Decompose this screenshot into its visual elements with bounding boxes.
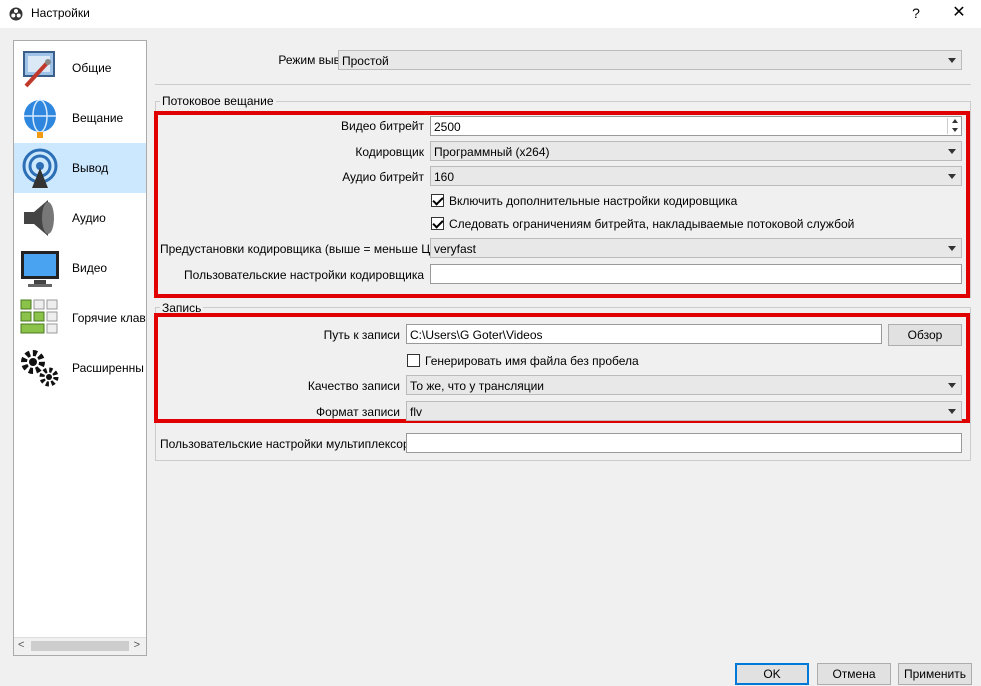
checkmark-icon — [432, 217, 444, 229]
encoder-select[interactable]: Программный (x264) — [430, 141, 962, 161]
no-space-filename-label[interactable]: Генерировать имя файла без пробела — [425, 354, 639, 368]
scroll-thumb[interactable] — [31, 641, 129, 651]
sidebar-item-label: Видео — [72, 261, 108, 275]
recording-format-select[interactable]: flv — [406, 401, 962, 421]
sidebar-item-broadcast[interactable]: Вещание — [14, 93, 146, 143]
chevron-down-icon — [948, 149, 956, 154]
keyboard-icon — [20, 299, 58, 334]
close-button[interactable]: ✕ — [948, 3, 970, 23]
scroll-left-icon[interactable]: < — [18, 639, 24, 651]
title-bar: Настройки ? ✕ — [0, 0, 981, 28]
sidebar-item-audio[interactable]: Аудио — [14, 193, 146, 243]
sidebar-horizontal-scrollbar[interactable]: < > — [14, 637, 146, 655]
muxer-settings-input[interactable] — [406, 433, 962, 453]
monitor-icon — [21, 251, 59, 287]
chevron-down-icon — [948, 383, 956, 388]
output-antenna-icon — [22, 148, 58, 188]
obs-logo-icon — [9, 7, 23, 21]
settings-sidebar: Общие Вещание Вывод Аудио Видео Горячие … — [13, 40, 147, 656]
cancel-button[interactable]: Отмена — [817, 663, 891, 685]
sidebar-item-label: Вывод — [72, 161, 109, 175]
checkmark-icon — [432, 194, 444, 206]
recording-quality-select[interactable]: То же, что у трансляции — [406, 375, 962, 395]
sidebar-item-label: Аудио — [72, 211, 106, 225]
spinner-icon[interactable] — [947, 118, 960, 134]
sidebar-item-label: Вещание — [72, 111, 124, 125]
output-mode-select[interactable]: Простой — [338, 50, 962, 70]
speaker-icon — [24, 200, 54, 236]
no-space-filename-checkbox[interactable] — [407, 354, 420, 367]
sidebar-item-label: Общие — [72, 61, 112, 75]
chevron-down-icon — [948, 58, 956, 63]
recording-path-input[interactable]: C:\Users\G Goter\Videos — [406, 324, 882, 344]
gears-icon — [21, 350, 59, 387]
scroll-right-icon[interactable]: > — [134, 639, 140, 651]
recording-format-label: Формат записи — [315, 405, 400, 419]
encoder-preset-label: Предустановки кодировщика (выше = меньше… — [160, 242, 443, 256]
sidebar-item-label: Горячие клав — [72, 311, 146, 325]
apply-button[interactable]: Применить — [898, 663, 972, 685]
recording-quality-label: Качество записи — [307, 379, 400, 393]
chevron-down-icon — [948, 246, 956, 251]
advanced-encoder-label[interactable]: Включить дополнительные настройки кодиро… — [449, 194, 737, 208]
sidebar-item-general[interactable]: Общие — [14, 43, 146, 93]
recording-path-label: Путь к записи — [323, 328, 400, 342]
sidebar-item-label: Расширенны — [72, 361, 144, 375]
muxer-settings-label: Пользовательские настройки мультиплексор… — [160, 437, 417, 451]
video-bitrate-spinbox[interactable]: 2500 — [430, 116, 962, 136]
custom-encoder-settings-label: Пользовательские настройки кодировщика — [184, 268, 424, 282]
help-button[interactable]: ? — [906, 3, 926, 23]
browse-button[interactable]: Обзор — [888, 324, 962, 346]
custom-encoder-settings-input[interactable] — [430, 264, 962, 284]
advanced-encoder-checkbox[interactable] — [431, 194, 444, 207]
ok-button[interactable]: OK — [735, 663, 809, 685]
chevron-down-icon — [948, 409, 956, 414]
output-mode-label: Режим вывода — [278, 53, 360, 67]
sidebar-item-hotkeys[interactable]: Горячие клав — [14, 293, 146, 343]
sidebar-item-video[interactable]: Видео — [14, 243, 146, 293]
video-bitrate-label: Видео битрейт — [340, 119, 424, 133]
broadcast-globe-icon — [24, 99, 56, 138]
sidebar-item-advanced[interactable]: Расширенны — [14, 343, 146, 393]
general-icon — [23, 51, 55, 88]
window-title: Настройки — [31, 6, 90, 20]
audio-bitrate-label: Аудио битрейт — [342, 170, 424, 184]
enforce-limits-label[interactable]: Следовать ограничениям битрейта, наклады… — [449, 217, 854, 231]
encoder-preset-select[interactable]: veryfast — [430, 238, 962, 258]
encoder-label: Кодировщик — [355, 145, 424, 159]
audio-bitrate-select[interactable]: 160 — [430, 166, 962, 186]
streaming-group-title: Потоковое вещание — [160, 94, 276, 108]
enforce-limits-checkbox[interactable] — [431, 217, 444, 230]
chevron-down-icon — [948, 174, 956, 179]
divider — [155, 84, 971, 85]
sidebar-item-output[interactable]: Вывод — [14, 143, 146, 193]
